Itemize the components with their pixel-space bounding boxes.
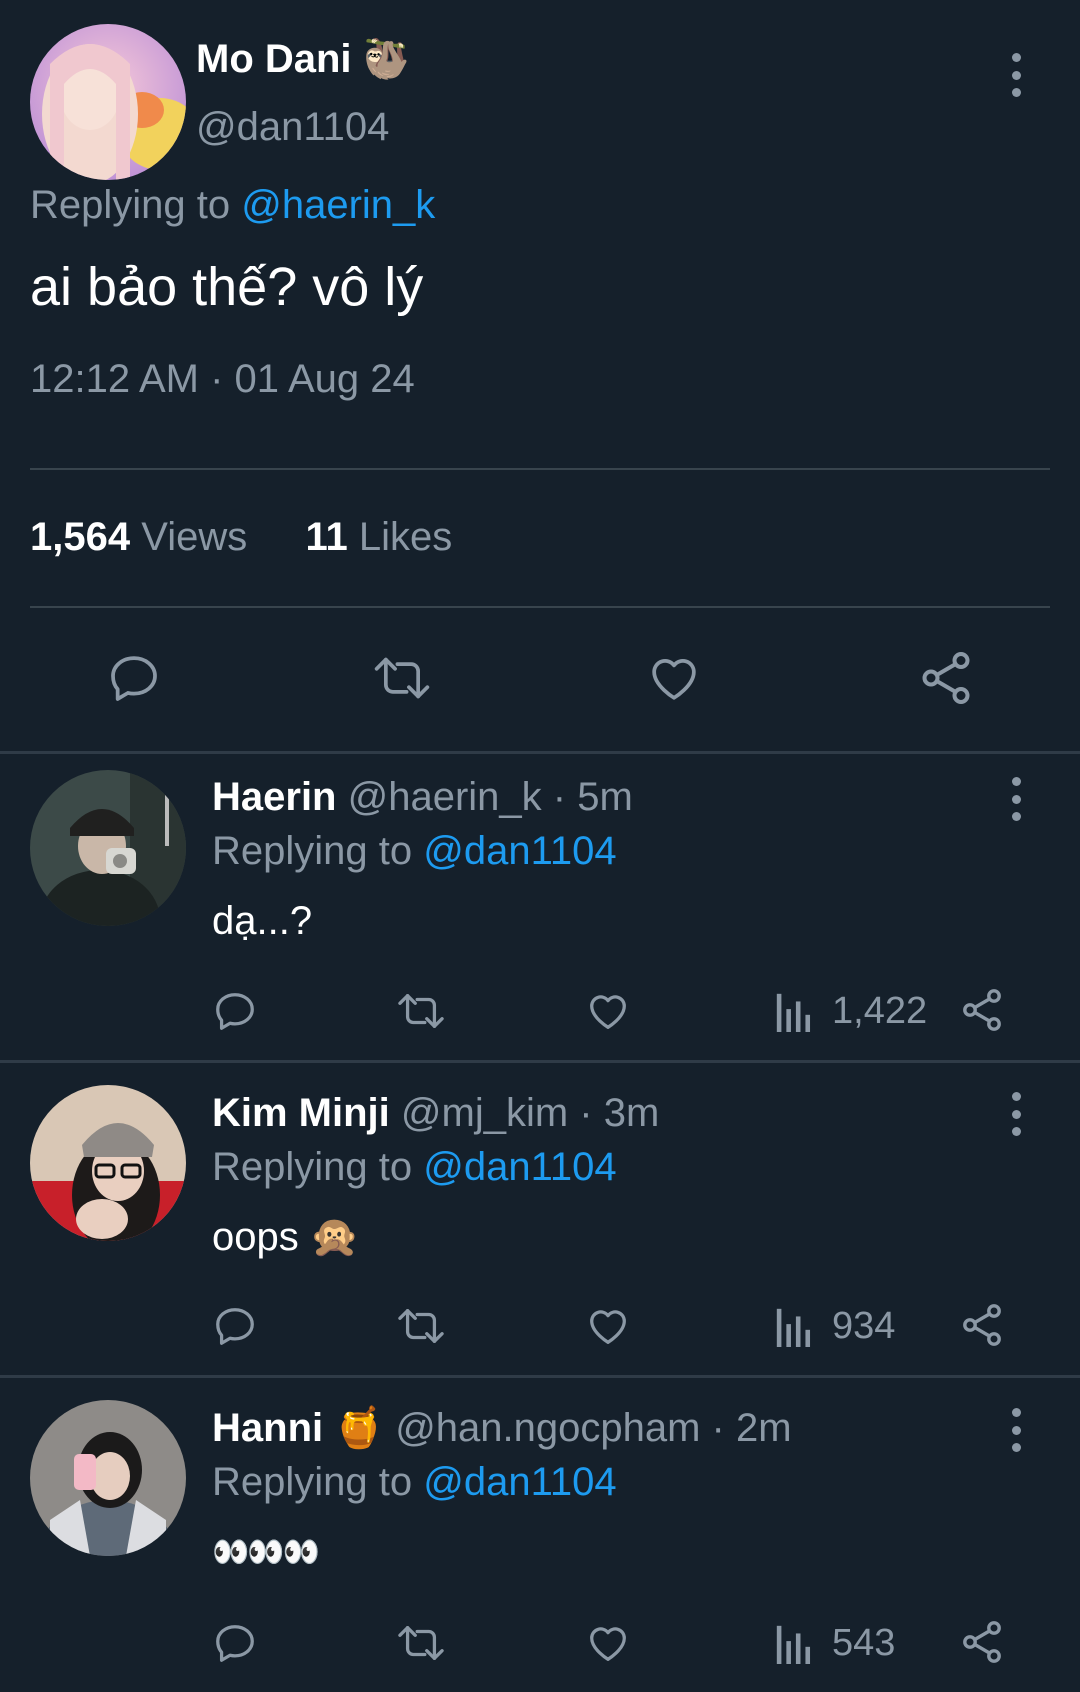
more-icon[interactable] — [1008, 1092, 1024, 1136]
replying-handle-link[interactable]: @dan1104 — [423, 1460, 616, 1504]
replying-prefix: Replying to — [30, 183, 231, 227]
honey-emoji: 🍯 — [334, 1406, 385, 1450]
monkey-emoji: 🙊 — [309, 1215, 360, 1259]
more-icon[interactable] — [1008, 1408, 1024, 1452]
avatar[interactable] — [30, 1085, 186, 1241]
divider — [0, 1375, 1080, 1378]
sloth-emoji: 🦥 — [362, 39, 410, 81]
tweet-stats: 1,564 Views 11 Likes — [30, 514, 452, 560]
replying-to: Replying to @haerin_k — [30, 182, 435, 228]
reply-header: Kim Minji @mj_kim · 3m — [212, 1090, 659, 1136]
more-icon[interactable] — [1008, 53, 1024, 97]
reply-icon[interactable] — [212, 988, 258, 1034]
views-count: 1,564 — [30, 515, 131, 559]
reply-header: Haerin @haerin_k · 5m — [212, 774, 633, 820]
reply-icon[interactable] — [106, 650, 162, 706]
likes-count[interactable]: 11 — [305, 515, 347, 559]
reply-icon[interactable] — [212, 1620, 258, 1666]
reply-views-count: 934 — [832, 1305, 896, 1347]
divider — [0, 751, 1080, 754]
author-handle[interactable]: @dan1104 — [196, 104, 389, 150]
share-icon[interactable] — [958, 986, 1006, 1034]
reply-text-content: oops — [212, 1215, 299, 1259]
author-name-text: Mo Dani — [196, 37, 352, 81]
replying-handle-link[interactable]: @haerin_k — [241, 183, 435, 227]
reply-icon[interactable] — [212, 1303, 258, 1349]
reply-author-name[interactable]: Haerin — [212, 775, 337, 819]
reply-author-name[interactable]: Kim Minji — [212, 1091, 390, 1135]
reply-views-count: 1,422 — [832, 990, 928, 1032]
replying-handle-link[interactable]: @dan1104 — [423, 1145, 616, 1189]
replying-prefix: Replying to — [212, 1460, 413, 1504]
retweet-icon[interactable] — [396, 1620, 446, 1666]
reply-text: oops 🙊 — [212, 1214, 360, 1260]
replying-to: Replying to @dan1104 — [212, 1144, 617, 1190]
retweet-icon[interactable] — [396, 1303, 446, 1349]
views-label: Views — [141, 515, 248, 559]
divider — [30, 468, 1050, 470]
like-icon[interactable] — [585, 1303, 631, 1349]
avatar[interactable] — [30, 24, 186, 180]
author-name[interactable]: Mo Dani 🦥 — [196, 36, 410, 83]
divider — [0, 1060, 1080, 1063]
views-icon[interactable] — [774, 990, 814, 1032]
avatar[interactable] — [30, 770, 186, 926]
share-icon[interactable] — [958, 1301, 1006, 1349]
like-icon[interactable] — [585, 1620, 631, 1666]
avatar[interactable] — [30, 1400, 186, 1556]
reply-text: dạ...? — [212, 899, 313, 943]
reply-author-name[interactable]: Hanni — [212, 1406, 323, 1450]
share-icon[interactable] — [916, 648, 976, 708]
retweet-icon[interactable] — [396, 988, 446, 1034]
tweet-text: ai bảo thế? vô lý — [30, 257, 424, 317]
reply-handle-time[interactable]: @han.ngocpham · 2m — [395, 1406, 791, 1450]
replying-to: Replying to @dan1104 — [212, 1459, 617, 1505]
reply-text: 👀👀👀 — [212, 1536, 320, 1569]
like-icon[interactable] — [585, 988, 631, 1034]
views-icon[interactable] — [774, 1622, 814, 1664]
replying-handle-link[interactable]: @dan1104 — [423, 829, 616, 873]
replying-prefix: Replying to — [212, 829, 413, 873]
views-icon[interactable] — [774, 1305, 814, 1347]
reply-handle-time[interactable]: @haerin_k · 5m — [348, 775, 633, 819]
reply-handle-time[interactable]: @mj_kim · 3m — [401, 1091, 659, 1135]
replying-prefix: Replying to — [212, 1145, 413, 1189]
share-icon[interactable] — [958, 1618, 1006, 1666]
replying-to: Replying to @dan1104 — [212, 828, 617, 874]
likes-label[interactable]: Likes — [359, 515, 452, 559]
reply-views-count: 543 — [832, 1622, 896, 1664]
reply-header: Hanni 🍯 @han.ngocpham · 2m — [212, 1405, 792, 1451]
more-icon[interactable] — [1008, 777, 1024, 821]
tweet-timestamp: 12:12 AM · 01 Aug 24 — [30, 357, 415, 401]
retweet-icon[interactable] — [372, 650, 432, 706]
like-icon[interactable] — [646, 650, 702, 706]
divider — [30, 606, 1050, 608]
